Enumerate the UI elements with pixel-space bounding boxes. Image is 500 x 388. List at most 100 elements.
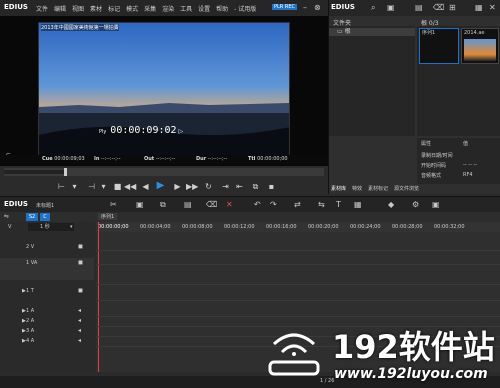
menu-view[interactable]: 视图 xyxy=(72,4,84,13)
track-1va[interactable]: 1 VA ◼ xyxy=(0,258,94,280)
track-3a[interactable]: 3 A ▶ ◂ xyxy=(0,326,94,336)
track-1va-label: 1 VA xyxy=(26,260,38,266)
track-2a-label: 2 A xyxy=(26,318,35,324)
track-2a-speaker-icon[interactable]: ◂ xyxy=(78,316,81,326)
tab-effects[interactable]: 特效 xyxy=(352,185,362,194)
export-icon[interactable]: ⧉ xyxy=(250,181,261,192)
settings-icon[interactable]: ⚙ xyxy=(412,200,419,210)
track-divider xyxy=(96,316,500,317)
track-1a-speaker-icon[interactable]: ◂ xyxy=(78,306,81,316)
tab-bin[interactable]: 素材库 xyxy=(331,185,346,194)
playhead-handle[interactable] xyxy=(64,168,67,176)
folder-tree: ▭ 根 xyxy=(329,26,415,136)
clip-sequence[interactable]: 序列1 xyxy=(419,28,459,64)
track-1t-expand-icon[interactable]: ▶ xyxy=(22,286,26,296)
razor-icon[interactable]: ✕ xyxy=(226,200,233,210)
render-icon[interactable]: ▦ xyxy=(354,200,362,210)
track-1va-visible-icon[interactable]: ◼ xyxy=(78,258,83,268)
menu-mode[interactable]: 模式 xyxy=(126,4,138,13)
timeline-logo: EDIUS xyxy=(4,200,28,208)
plr-rec-badge[interactable]: PLR REC xyxy=(272,4,297,10)
rewind-icon[interactable]: ◀◀ xyxy=(124,181,136,192)
menu-clip[interactable]: 素材 xyxy=(90,4,102,13)
track-1t[interactable]: 1 T ▶ ◼ xyxy=(0,286,94,296)
track-1a-expand-icon[interactable]: ▶ xyxy=(22,306,26,316)
in-tc: In --:--:--;-- xyxy=(94,156,121,162)
paste-icon[interactable]: ▤ xyxy=(184,200,192,210)
tab-source-browser[interactable]: 源文件浏览 xyxy=(394,185,419,194)
set-out-dropdown-icon[interactable]: ▾ xyxy=(98,181,109,192)
track-4a[interactable]: 4 A ▶ ◂ xyxy=(0,336,94,346)
insert-icon[interactable]: ⇥ xyxy=(220,181,231,192)
view-icon[interactable]: ▦ xyxy=(475,3,483,13)
track-3a-expand-icon[interactable]: ▶ xyxy=(22,326,26,336)
ply-label: Ply xyxy=(99,129,107,135)
tab-clip-markers[interactable]: 素材标记 xyxy=(368,185,388,194)
overwrite-icon[interactable]: ⇤ xyxy=(234,181,245,192)
redo-icon[interactable]: ↷ xyxy=(270,200,277,210)
prop-key-1: 录制日期/时间 xyxy=(421,153,453,159)
menu-capture[interactable]: 采集 xyxy=(144,4,156,13)
menu-tools[interactable]: 工具 xyxy=(180,4,192,13)
properties-icon[interactable]: ⊞ xyxy=(449,3,456,13)
folder-item-root[interactable]: ▭ 根 xyxy=(329,28,415,36)
trash-icon[interactable]: ⌫ xyxy=(433,3,444,13)
menu-settings[interactable]: 设置 xyxy=(198,4,210,13)
set-in-icon[interactable]: ⊢ xyxy=(56,181,67,192)
stop-icon[interactable]: ■ xyxy=(112,181,123,192)
menu-help[interactable]: 帮助 xyxy=(216,4,228,13)
track-2a[interactable]: 2 A ▶ ◂ xyxy=(0,316,94,326)
undo-icon[interactable]: ↶ xyxy=(254,200,261,210)
prop-key-2: 开始时间码 xyxy=(421,163,447,169)
loop-icon[interactable]: ↻ xyxy=(203,181,214,192)
cut-icon[interactable]: ✂ xyxy=(110,200,117,210)
close-icon[interactable]: ⊗ xyxy=(314,3,321,13)
track-mode-badge[interactable]: S2 xyxy=(26,213,38,221)
playhead-line[interactable] xyxy=(98,222,99,372)
menu-edit[interactable]: 编辑 xyxy=(54,4,66,13)
save-icon[interactable]: ▣ xyxy=(136,200,144,210)
track-1a[interactable]: 1 A ▶ ◂ xyxy=(0,306,94,316)
track-4a-expand-icon[interactable]: ▶ xyxy=(22,336,26,346)
sync-icon[interactable]: ⇋ xyxy=(4,212,9,222)
sequence-tab[interactable]: 序列1 xyxy=(98,213,118,220)
menu-marker[interactable]: 标记 xyxy=(108,4,120,13)
bin-close-icon[interactable]: ✕ xyxy=(489,3,496,13)
zoom-dropdown-icon[interactable]: ▾ xyxy=(70,222,73,232)
clip-sequence-label: 序列1 xyxy=(422,30,436,36)
step-back-icon[interactable]: ◀ xyxy=(140,181,151,192)
clip-2014[interactable]: 2014.ae xyxy=(461,28,499,64)
marker-icon[interactable]: ◆ xyxy=(388,200,394,210)
track-4a-speaker-icon[interactable]: ◂ xyxy=(78,336,81,346)
edius-logo: EDIUS xyxy=(4,3,28,11)
set-out-icon[interactable]: ⊣ xyxy=(86,181,97,192)
step-forward-icon[interactable]: ▶ xyxy=(172,181,183,192)
search-icon[interactable]: ⌕ xyxy=(371,3,375,13)
copy-icon[interactable]: ⧉ xyxy=(160,200,166,210)
track-2v-visible-icon[interactable]: ◼ xyxy=(78,242,83,252)
layout-icon[interactable]: ▣ xyxy=(432,200,440,210)
snap-icon[interactable]: ⇆ xyxy=(318,200,325,210)
minimize-icon[interactable]: – xyxy=(303,3,307,13)
scrub-bar[interactable] xyxy=(4,168,324,176)
menu-render[interactable]: 渲染 xyxy=(162,4,174,13)
track-mode-badge-2[interactable]: C xyxy=(40,213,50,221)
fast-forward-icon[interactable]: ▶▶ xyxy=(186,181,198,192)
menu-file[interactable]: 文件 xyxy=(36,4,48,13)
set-in-dropdown-icon[interactable]: ▾ xyxy=(69,181,80,192)
delete-icon[interactable]: ⌫ xyxy=(206,200,217,210)
track-2a-expand-icon[interactable]: ▶ xyxy=(22,316,26,326)
video-frame: 2013年中國國家美術館第一場拍賣 Ply 00:00:09:02 ▷ xyxy=(38,22,290,162)
play-icon[interactable]: ▶ xyxy=(155,180,166,191)
ripple-icon[interactable]: ⇄ xyxy=(294,200,301,210)
v-label: V xyxy=(8,224,12,230)
new-folder-icon[interactable]: ▣ xyxy=(387,3,395,13)
track-3a-speaker-icon[interactable]: ◂ xyxy=(78,326,81,336)
track-2v[interactable]: 2 V ◼ xyxy=(0,242,94,252)
zoom-select[interactable]: 1 秒 xyxy=(28,223,74,231)
track-1t-visible-icon[interactable]: ◼ xyxy=(78,286,83,296)
more-options-icon[interactable]: ▪ xyxy=(266,181,277,192)
timeline-ruler[interactable]: 00:00:00;00 00:00:04;00 00:00:08;00 00:0… xyxy=(96,222,500,232)
import-icon[interactable]: ▤ xyxy=(415,3,423,13)
title-icon[interactable]: T xyxy=(336,200,341,210)
